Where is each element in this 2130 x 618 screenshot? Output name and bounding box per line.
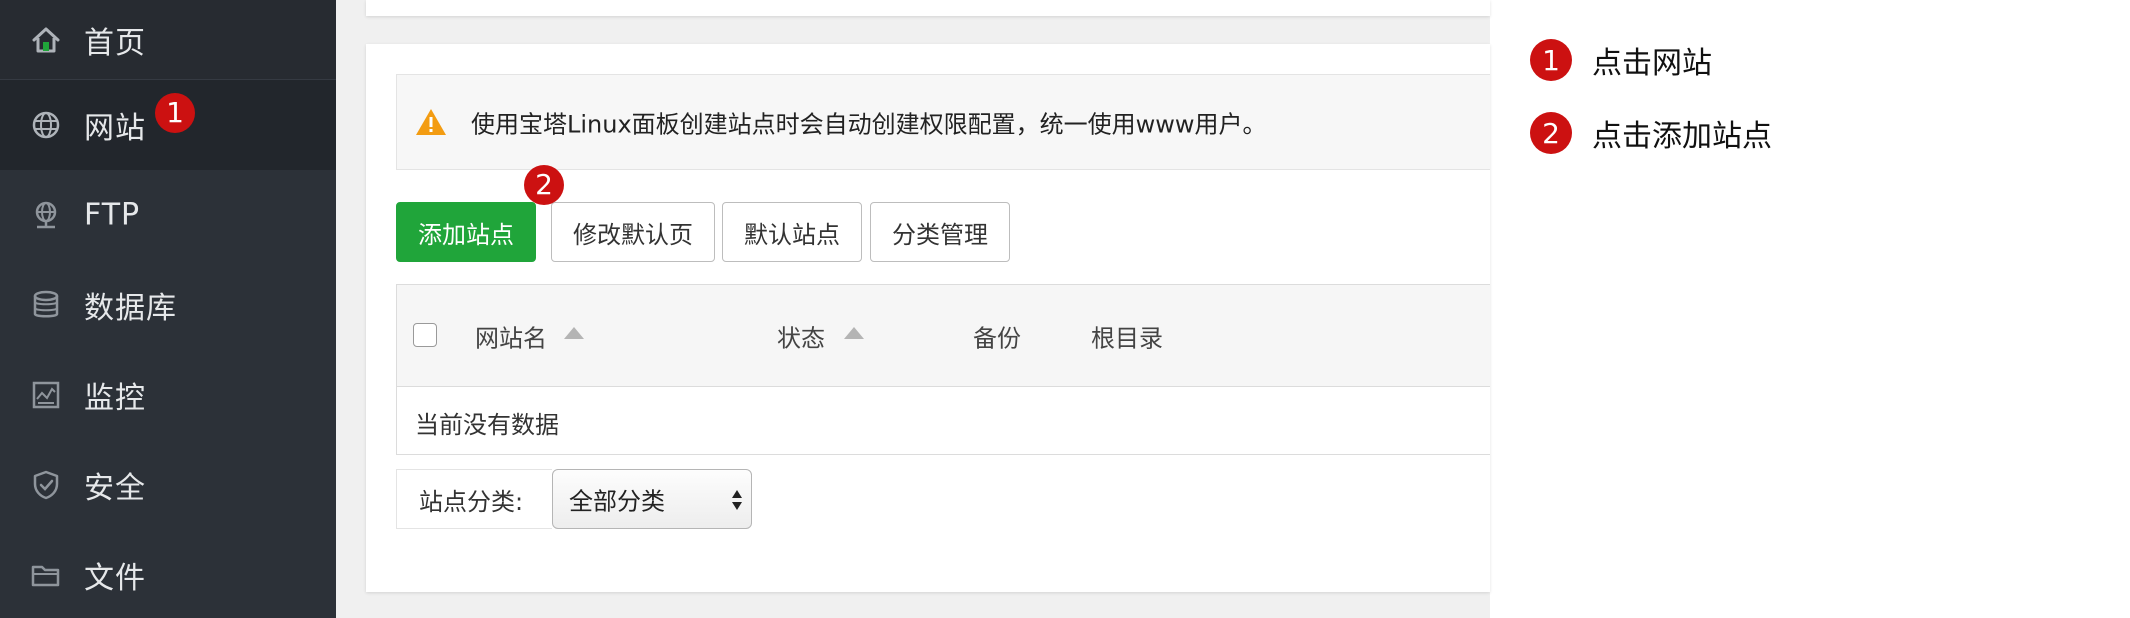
warning-icon	[416, 109, 446, 135]
step-number-badge: 2	[1530, 112, 1572, 154]
step-number-badge: 1	[1530, 39, 1572, 81]
default-site-button[interactable]: 默认站点	[722, 202, 862, 262]
screenshot-root: 首页 网站 FTP 数据库 监控 安全 文件 使用宝塔Linux面板创建站点时会…	[0, 0, 2130, 618]
annotation-badge-1: 1	[155, 93, 195, 133]
main-content: 使用宝塔Linux面板创建站点时会自动创建权限配置，统一使用www用户。 添加站…	[336, 0, 1490, 618]
empty-table-message: 当前没有数据	[415, 411, 559, 439]
sidebar: 首页 网站 FTP 数据库 监控 安全 文件	[0, 0, 336, 618]
column-header-status[interactable]: 状态	[777, 318, 825, 353]
site-table: 网站名 状态 备份 根目录 当前没有数据	[396, 284, 1490, 455]
top-card	[366, 0, 1490, 16]
sidebar-item-label: 监控	[84, 381, 146, 416]
folder-icon	[31, 565, 60, 587]
home-icon	[32, 27, 60, 52]
database-icon	[33, 290, 59, 318]
sidebar-item-files[interactable]: 文件	[0, 530, 336, 618]
category-select[interactable]: 全部分类	[552, 469, 752, 529]
sort-asc-icon[interactable]	[843, 326, 865, 340]
column-header-site-name[interactable]: 网站名	[475, 318, 547, 353]
column-header-root-dir: 根目录	[1091, 324, 1163, 352]
sidebar-item-monitor[interactable]: 监控	[0, 350, 336, 440]
category-manage-button[interactable]: 分类管理	[870, 202, 1010, 262]
step-2: 2 点击添加站点	[1530, 111, 1772, 155]
sidebar-item-label: 首页	[84, 25, 146, 61]
sidebar-item-label: 数据库	[84, 291, 177, 326]
permission-alert: 使用宝塔Linux面板创建站点时会自动创建权限配置，统一使用www用户。	[396, 74, 1490, 170]
alert-text: 使用宝塔Linux面板创建站点时会自动创建权限配置，统一使用www用户。	[471, 110, 1267, 139]
sidebar-item-label: 安全	[84, 471, 146, 506]
step-text: 点击网站	[1592, 46, 1712, 81]
globe-icon	[32, 111, 60, 139]
add-site-button[interactable]: 添加站点	[396, 202, 536, 262]
sidebar-item-home[interactable]: 首页	[0, 0, 336, 80]
step-text: 点击添加站点	[1592, 119, 1772, 154]
site-panel: 使用宝塔Linux面板创建站点时会自动创建权限配置，统一使用www用户。 添加站…	[366, 44, 1490, 592]
modify-default-page-button[interactable]: 修改默认页	[551, 202, 715, 262]
select-all-checkbox[interactable]	[413, 323, 437, 347]
category-select-value: 全部分类	[569, 487, 665, 516]
select-arrows-icon	[732, 490, 742, 510]
category-filter-label-box: 站点分类:	[396, 469, 552, 529]
sidebar-item-label: 网站	[84, 111, 146, 146]
category-filter-label: 站点分类:	[419, 487, 524, 516]
table-header: 网站名 状态 备份 根目录	[397, 285, 1490, 387]
annotation-badge-2: 2	[524, 165, 564, 205]
sidebar-item-database[interactable]: 数据库	[0, 260, 336, 350]
sidebar-item-security[interactable]: 安全	[0, 440, 336, 530]
sidebar-item-ftp[interactable]: FTP	[0, 170, 336, 260]
step-1: 1 点击网站	[1530, 38, 1712, 82]
sort-asc-icon[interactable]	[563, 326, 585, 340]
ftp-icon	[35, 201, 57, 229]
monitor-icon	[32, 381, 60, 409]
shield-icon	[33, 470, 59, 500]
column-header-backup: 备份	[973, 324, 1021, 352]
sidebar-item-label: FTP	[84, 197, 141, 233]
sidebar-item-label: 文件	[84, 561, 146, 596]
